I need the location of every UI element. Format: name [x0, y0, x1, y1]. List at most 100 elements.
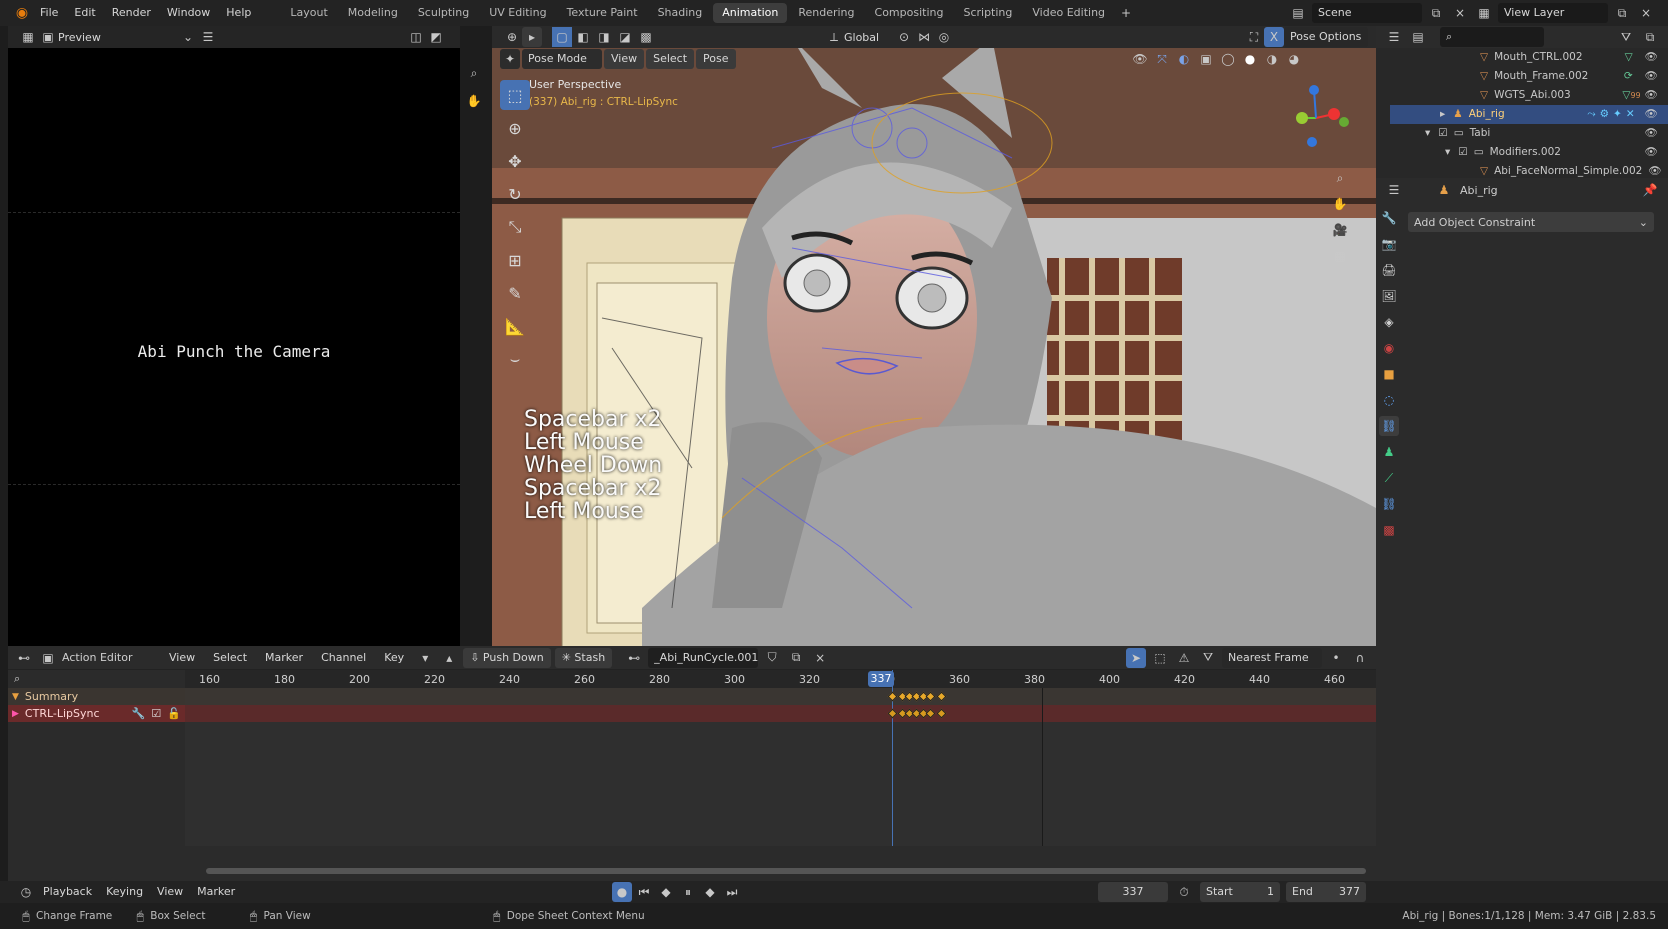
menu-help[interactable]: Help: [218, 0, 259, 26]
current-frame-badge[interactable]: 337: [868, 671, 894, 687]
editor-type-icon[interactable]: ▦: [18, 27, 38, 47]
rendered-shading-icon[interactable]: ◕: [1284, 49, 1304, 69]
only-errors-icon[interactable]: ⚠: [1174, 648, 1194, 668]
channel-summary[interactable]: ▼ Summary: [8, 688, 185, 705]
wrench-icon[interactable]: 🔧: [132, 707, 146, 720]
tab-layout[interactable]: Layout: [281, 3, 336, 23]
properties-editor-icon[interactable]: ☰: [1384, 180, 1404, 200]
annotate-tool-icon[interactable]: ✎: [500, 278, 530, 308]
overlay-toggle-icon[interactable]: ◐: [1174, 49, 1194, 69]
select-intersect-icon[interactable]: ▩: [636, 27, 656, 47]
jump-end-icon[interactable]: ⏭: [722, 882, 742, 902]
hamburger-menu-icon[interactable]: ☰: [198, 27, 218, 47]
solid-shading-icon[interactable]: ●: [1240, 49, 1260, 69]
view-layer-field[interactable]: View Layer: [1498, 3, 1608, 23]
eye-icon[interactable]: 👁: [1645, 143, 1658, 162]
output-tab-icon[interactable]: 🖨: [1379, 260, 1399, 280]
rotate-tool-icon[interactable]: ↻: [500, 179, 530, 209]
view3d-editor-icon[interactable]: ⊕: [502, 27, 522, 47]
physics-tab-icon[interactable]: ◌: [1379, 390, 1399, 410]
zoom-icon[interactable]: ⌕: [464, 63, 484, 83]
x-mirror-toggle-icon[interactable]: X: [1264, 27, 1284, 47]
cursor-tool-icon[interactable]: ⊕: [500, 113, 530, 143]
orientation-select[interactable]: Global: [844, 31, 894, 44]
menu-view[interactable]: View: [150, 882, 190, 902]
prev-keyframe-icon[interactable]: ◆: [656, 882, 676, 902]
lock-icon[interactable]: 🔓: [167, 707, 181, 720]
tab-texture-paint[interactable]: Texture Paint: [558, 3, 647, 23]
tab-video-editing[interactable]: Video Editing: [1023, 3, 1114, 23]
tab-scripting[interactable]: Scripting: [954, 3, 1021, 23]
record-icon[interactable]: ●: [612, 882, 632, 902]
armature-data-tab-icon[interactable]: ♟: [1379, 442, 1399, 462]
duplicate-action-icon[interactable]: ⧉: [786, 648, 806, 668]
jump-start-icon[interactable]: ⏮: [634, 882, 654, 902]
blender-logo-icon[interactable]: ◉: [12, 3, 32, 23]
remove-view-layer-icon[interactable]: ×: [1636, 3, 1656, 23]
action-menu-select[interactable]: Select: [206, 648, 254, 668]
tab-sculpting[interactable]: Sculpting: [409, 3, 478, 23]
pivot-point-icon[interactable]: ⊙: [894, 27, 914, 47]
world-tab-icon[interactable]: ◉: [1379, 338, 1399, 358]
measure-tool-icon[interactable]: 📐: [500, 311, 530, 341]
menu-file[interactable]: File: [32, 0, 66, 26]
constraints-tab-icon[interactable]: ⛓: [1379, 416, 1399, 436]
filter-icon[interactable]: ⛛: [1616, 27, 1636, 47]
menu-render[interactable]: Render: [104, 0, 159, 26]
outliner-search-input[interactable]: ⌕: [1440, 27, 1544, 47]
dropdown-arrow-icon[interactable]: ▾: [415, 648, 435, 668]
select-mode-icon[interactable]: ▸: [522, 27, 542, 47]
action-menu-marker[interactable]: Marker: [258, 648, 310, 668]
action-menu-channel[interactable]: Channel: [314, 648, 373, 668]
end-frame-field[interactable]: End 377: [1286, 882, 1366, 902]
clock-icon[interactable]: ⏱: [1174, 882, 1194, 902]
falloff-curve-icon[interactable]: ∩: [1350, 648, 1370, 668]
zoom-viewport-icon[interactable]: ⌕: [1330, 168, 1350, 188]
select-box-tool-icon[interactable]: ⬚: [500, 80, 530, 110]
chevron-down-icon[interactable]: ⌄: [178, 27, 198, 47]
push-down-button[interactable]: ⇩ Push Down: [463, 647, 551, 668]
eye-icon[interactable]: 👁: [1645, 67, 1658, 86]
view-layer-tab-icon[interactable]: 🖼: [1379, 286, 1399, 306]
menu-marker[interactable]: Marker: [190, 882, 242, 902]
navigation-gizmo[interactable]: [1282, 84, 1352, 154]
remove-scene-icon[interactable]: ×: [1450, 3, 1470, 23]
outliner-row[interactable]: ▾ ☑ ▭ Tabi 👁: [1390, 124, 1668, 143]
ortho-toggle-icon[interactable]: ▦: [1330, 246, 1350, 266]
xray-toggle-icon[interactable]: ▣: [1196, 49, 1216, 69]
new-view-layer-icon[interactable]: ⧉: [1612, 3, 1632, 23]
expand-arrow-icon[interactable]: ▼: [12, 692, 19, 702]
preview-mode-select[interactable]: Preview: [58, 31, 178, 44]
action-mode-icon[interactable]: ▣: [38, 648, 58, 668]
menu-window[interactable]: Window: [159, 0, 218, 26]
transform-orientation-icon[interactable]: ⟂: [824, 27, 844, 47]
gizmo-dropdown-icon[interactable]: ◩: [426, 27, 446, 47]
only-selected-icon[interactable]: ➤: [1126, 647, 1146, 668]
eye-icon[interactable]: 👁: [1645, 105, 1658, 124]
next-keyframe-icon[interactable]: ◆: [700, 882, 720, 902]
object-tab-icon[interactable]: ■: [1379, 364, 1399, 384]
stash-button[interactable]: ✳ Stash: [554, 647, 613, 668]
menu-playback[interactable]: Playback: [36, 882, 99, 902]
outliner-row[interactable]: ▾ ☑ ▭ Modifiers.002 👁: [1390, 143, 1668, 162]
outliner-editor-icon[interactable]: ☰: [1384, 27, 1404, 47]
horizontal-scrollbar[interactable]: [206, 868, 1366, 874]
viewport-menu-pose[interactable]: Pose: [696, 49, 736, 69]
keyframe-area[interactable]: [185, 670, 1376, 846]
add-object-constraint-dropdown[interactable]: Add Object Constraint ⌄: [1408, 212, 1654, 232]
texture-tab-icon[interactable]: ▩: [1379, 520, 1399, 540]
action-menu-key[interactable]: Key: [377, 648, 411, 668]
select-subtract-icon[interactable]: ◨: [594, 27, 614, 47]
tab-shading[interactable]: Shading: [649, 3, 712, 23]
3d-viewport[interactable]: User Perspective (337) Abi_rig : CTRL-Li…: [492, 48, 1376, 646]
render-tab-icon[interactable]: 📷: [1379, 234, 1399, 254]
outliner-row-selected[interactable]: ▸ ♟ Abi_rig ⤳⚙✦✕ 👁: [1390, 105, 1668, 124]
tab-compositing[interactable]: Compositing: [866, 3, 953, 23]
outliner-row[interactable]: ▽ Mouth_Frame.002 ⟳ 👁: [1390, 67, 1668, 86]
checkbox-icon[interactable]: ☑: [1438, 124, 1447, 143]
eye-icon[interactable]: 👁: [1645, 124, 1658, 143]
hand-pan-icon[interactable]: ✋: [464, 91, 484, 111]
move-tool-icon[interactable]: ✥: [500, 146, 530, 176]
pose-mode-select[interactable]: Pose Mode: [522, 49, 602, 69]
menu-keying[interactable]: Keying: [99, 882, 150, 902]
